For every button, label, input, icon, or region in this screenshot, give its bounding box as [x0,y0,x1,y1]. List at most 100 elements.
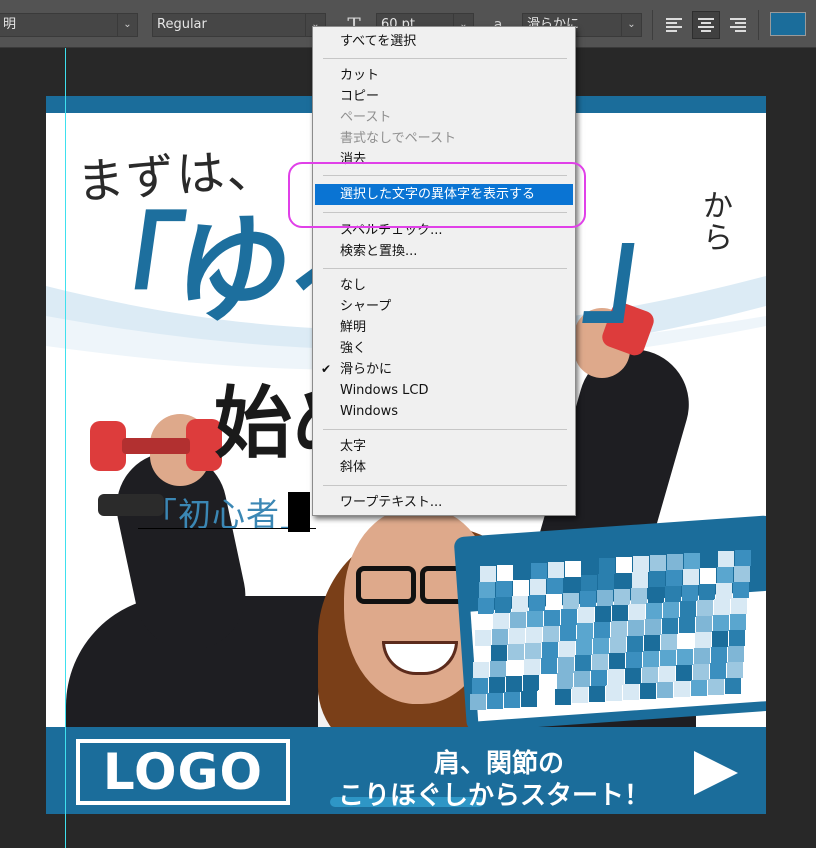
mosaic-pixel [544,609,561,626]
dumbbell-left-bar [122,438,190,454]
mosaic-pixel [557,656,574,673]
mosaic-pixel [623,684,640,701]
mosaic-pixel [511,595,528,612]
mosaic-pixel [731,597,748,614]
mosaic-pixel [680,600,697,617]
mosaic-pixel [565,560,581,577]
mosaic-pixel [657,681,674,698]
menu-item-aa-none[interactable]: なし [315,275,573,296]
mosaic-pixel [733,565,750,582]
mosaic-pixel [531,562,547,579]
mosaic-pixel [582,559,598,576]
mosaic-pixel [580,575,597,592]
mosaic-pixel [488,676,505,693]
chevron-down-icon: ⌄ [621,14,641,36]
mosaic-pixel [591,654,608,671]
mosaic-pixel [572,687,589,704]
mosaic-pixel [698,583,715,600]
mosaic-pixel [630,588,647,605]
mosaic-pixel [625,652,642,669]
mosaic-pixel [497,564,513,581]
mosaic-pixel [631,572,648,589]
mosaic-pixel [542,641,558,658]
mosaic-pixel [712,630,728,647]
mosaic-pixel [727,645,744,662]
mosaic-pixel [611,621,628,638]
mosaic-pixel [648,571,665,587]
mosaic-pixel [713,614,730,631]
mosaic-pixel [540,657,557,674]
mosaic-pixel [608,653,625,670]
menu-item-copy[interactable]: コピー [315,86,573,107]
mosaic-pixel [594,622,611,639]
mosaic-pixel [539,673,556,690]
mosaic-pixel [491,644,507,661]
font-family-select[interactable]: 明 ⌄ [0,13,138,37]
mosaic-pixel [612,605,629,622]
mosaic-pixel [709,662,726,679]
mosaic-pixel [514,563,530,580]
menu-item-warp-text[interactable]: ワープテキスト... [315,492,573,513]
menu-item-faux-bold[interactable]: 太字 [315,436,573,457]
mosaic-pixel [561,608,578,625]
menu-item-aa-windows-lcd[interactable]: Windows LCD [315,380,573,401]
glasses-left-lens [356,566,416,604]
mosaic-pixel [508,643,524,660]
context-menu: すべてを選択 カット コピー ペースト 書式なしでペースト 消去 選択した文字の… [312,26,576,516]
annotation-highlight-ring [288,162,586,228]
mosaic-pixel [606,685,623,702]
menu-item-cut[interactable]: カット [315,65,573,86]
mosaic-pixel [710,646,727,663]
align-left-button[interactable] [660,11,688,39]
align-center-button[interactable] [692,11,720,39]
toolbar-divider [758,10,759,40]
mosaic-pixel [629,604,646,621]
dumbbell-left-weight [90,421,126,471]
menu-item-aa-crisp[interactable]: 鮮明 [315,317,573,338]
mosaic-pixel [696,615,713,632]
menu-separator [323,268,567,269]
menu-item-aa-windows[interactable]: Windows [315,401,573,422]
mosaic-pixel [607,669,624,686]
tagline-line2: こりほぐしからスタート！ [338,781,651,811]
text-selection-highlight [288,492,310,532]
mosaic-pixel [475,630,492,646]
menu-separator [323,58,567,59]
mosaic-pixel [595,606,612,623]
menu-item-find-replace[interactable]: 検索と置換... [315,241,573,262]
mosaic-pixel [735,549,751,566]
menu-item-paste[interactable]: ペースト [315,107,573,128]
mosaic-pixel [577,623,594,640]
mosaic-pixel [715,582,732,599]
mosaic-pixel [633,556,649,573]
play-arrow-icon [694,751,738,795]
mosaic-pixel [578,607,595,624]
mosaic-pixel [471,678,488,694]
chevron-down-icon: ⌄ [117,14,137,36]
mosaic-pixel [701,551,717,568]
mosaic-pixel [659,649,676,666]
mosaic-pixel [563,576,580,593]
mosaic-pixel [647,587,664,603]
menu-item-aa-smooth[interactable]: ✔ 滑らかに [315,359,573,380]
mosaic-pixel [730,613,747,630]
logo-text: LOGO [102,743,264,801]
logo-frame: LOGO [76,739,290,805]
align-right-button[interactable] [724,11,752,39]
mosaic-pixel [645,619,662,635]
menu-item-faux-italic[interactable]: 斜体 [315,457,573,478]
mosaic-pixel [679,616,696,633]
menu-item-aa-sharp[interactable]: シャープ [315,296,573,317]
menu-item-select-all[interactable]: すべてを選択 [315,31,573,52]
mosaic-pixel [678,632,694,649]
mosaic-pixel [548,561,564,578]
photoshop-window: 明 ⌄ Regular ⌄ T 60 pt ⌄ a 滑らかに ⌄ まずは、 「ゆ… [0,0,816,848]
mosaic-pixel [593,638,609,655]
menu-item-aa-strong[interactable]: 強く [315,338,573,359]
menu-item-paste-unformatted[interactable]: 書式なしでペースト [315,128,573,149]
text-color-swatch[interactable] [770,12,806,36]
check-icon: ✔ [321,362,332,376]
font-style-select[interactable]: Regular ⌄ [152,13,326,37]
vertical-guide-line[interactable] [65,48,66,848]
mosaic-pixel [641,667,658,683]
